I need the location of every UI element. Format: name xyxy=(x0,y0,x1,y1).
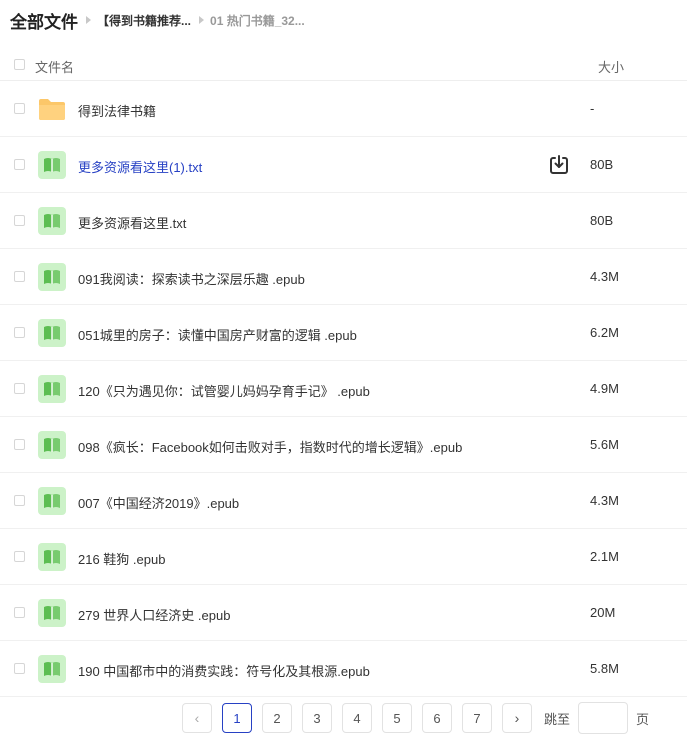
file-name[interactable]: 091我阅读：探索读书之深层乐趣 .epub xyxy=(78,269,305,288)
breadcrumb-current: 01 热门书籍_32... xyxy=(210,13,305,28)
breadcrumb-root[interactable]: 全部文件 xyxy=(10,8,78,33)
file-row[interactable]: 098《疯长：Facebook如何击败对手，指数时代的增长逻辑》.epub 5.6… xyxy=(0,417,687,473)
file-name[interactable]: 279 世界人口经济史 .epub xyxy=(78,605,230,624)
file-row[interactable]: 216 鞋狗 .epub 2.1M xyxy=(0,529,687,585)
file-size: 4.3M xyxy=(590,269,619,284)
page-suffix: 页 xyxy=(636,711,650,727)
row-checkbox[interactable] xyxy=(14,439,25,450)
document-icon xyxy=(38,431,66,459)
document-icon xyxy=(38,207,66,235)
file-name[interactable]: 更多资源看这里(1).txt xyxy=(78,157,202,176)
page-button-1[interactable]: 1 xyxy=(222,703,252,733)
page-button-2[interactable]: 2 xyxy=(262,703,292,733)
page-button-3[interactable]: 3 xyxy=(302,703,332,733)
document-icon xyxy=(38,543,66,571)
jump-page-input[interactable] xyxy=(578,702,629,734)
file-row[interactable]: 得到法律书籍 - xyxy=(0,81,687,137)
table-header: 文件名 大小 xyxy=(0,50,687,81)
file-size: 4.9M xyxy=(590,381,619,396)
next-page-button[interactable]: › xyxy=(502,703,532,733)
row-checkbox[interactable] xyxy=(14,551,25,562)
file-row[interactable]: 更多资源看这里(1).txt 80B xyxy=(0,137,687,193)
file-name[interactable]: 120《只为遇见你：试管婴儿妈妈孕育手记》 .epub xyxy=(78,381,370,400)
file-size: 80B xyxy=(590,213,614,228)
jump-label: 跳至 xyxy=(544,711,571,727)
file-size: 6.2M xyxy=(590,325,619,340)
page-button-6[interactable]: 6 xyxy=(422,703,452,733)
file-name[interactable]: 051城里的房子：读懂中国房产财富的逻辑 .epub xyxy=(78,325,357,344)
file-size: 5.6M xyxy=(590,437,619,452)
folder-icon xyxy=(38,95,66,123)
row-checkbox[interactable] xyxy=(14,159,25,170)
file-name[interactable]: 098《疯长：Facebook如何击败对手，指数时代的增长逻辑》.epub xyxy=(78,437,462,456)
document-icon xyxy=(38,655,66,683)
file-row[interactable]: 190 中国都市中的消费实践：符号化及其根源.epub 5.8M xyxy=(0,641,687,697)
prev-page-button[interactable]: ‹ xyxy=(182,703,212,733)
page-buttons: 1234567 xyxy=(222,703,502,733)
file-name[interactable]: 得到法律书籍 xyxy=(78,101,156,120)
file-row[interactable]: 279 世界人口经济史 .epub 20M xyxy=(0,585,687,641)
document-icon xyxy=(38,375,66,403)
page-button-5[interactable]: 5 xyxy=(382,703,412,733)
file-name[interactable]: 216 鞋狗 .epub xyxy=(78,549,165,568)
column-header-size[interactable]: 大小 xyxy=(598,57,624,76)
file-name[interactable]: 190 中国都市中的消费实践：符号化及其根源.epub xyxy=(78,661,370,680)
breadcrumb-middle[interactable]: 【得到书籍推荐... xyxy=(97,12,191,29)
document-icon xyxy=(38,151,66,179)
file-row[interactable]: 091我阅读：探索读书之深层乐趣 .epub 4.3M xyxy=(0,249,687,305)
file-row[interactable]: 120《只为遇见你：试管婴儿妈妈孕育手记》 .epub 4.9M xyxy=(0,361,687,417)
file-size: 2.1M xyxy=(590,549,619,564)
download-icon[interactable] xyxy=(547,153,571,177)
file-row[interactable]: 更多资源看这里.txt 80B xyxy=(0,193,687,249)
file-list: 得到法律书籍 - 更多资源看这里(1).txt 80B 更多资源看这里.txt 80B 09… xyxy=(0,81,687,697)
row-checkbox[interactable] xyxy=(14,271,25,282)
file-name[interactable]: 更多资源看这里.txt xyxy=(78,213,186,232)
row-checkbox[interactable] xyxy=(14,607,25,618)
select-all-checkbox[interactable] xyxy=(14,59,25,70)
chevron-right-icon xyxy=(199,16,205,24)
document-icon xyxy=(38,599,66,627)
pagination: ‹ 1234567 › 跳至 页 xyxy=(182,702,649,734)
document-icon xyxy=(38,319,66,347)
column-header-name[interactable]: 文件名 xyxy=(35,57,74,76)
chevron-right-icon xyxy=(86,16,91,24)
row-checkbox[interactable] xyxy=(14,383,25,394)
page-button-4[interactable]: 4 xyxy=(342,703,372,733)
file-size: 80B xyxy=(590,157,614,172)
file-size: - xyxy=(590,101,595,116)
file-size: 5.8M xyxy=(590,661,619,676)
row-checkbox[interactable] xyxy=(14,327,25,338)
file-size: 4.3M xyxy=(590,493,619,508)
row-checkbox[interactable] xyxy=(14,495,25,506)
file-row[interactable]: 051城里的房子：读懂中国房产财富的逻辑 .epub 6.2M xyxy=(0,305,687,361)
page-button-7[interactable]: 7 xyxy=(462,703,492,733)
row-checkbox[interactable] xyxy=(14,663,25,674)
file-row[interactable]: 007《中国经济2019》.epub 4.3M xyxy=(0,473,687,529)
breadcrumb: 全部文件 【得到书籍推荐... 01 热门书籍_32... xyxy=(10,8,305,32)
row-checkbox[interactable] xyxy=(14,215,25,226)
file-size: 20M xyxy=(590,605,616,620)
file-name[interactable]: 007《中国经济2019》.epub xyxy=(78,493,239,512)
row-checkbox[interactable] xyxy=(14,103,25,114)
document-icon xyxy=(38,263,66,291)
document-icon xyxy=(38,487,66,515)
